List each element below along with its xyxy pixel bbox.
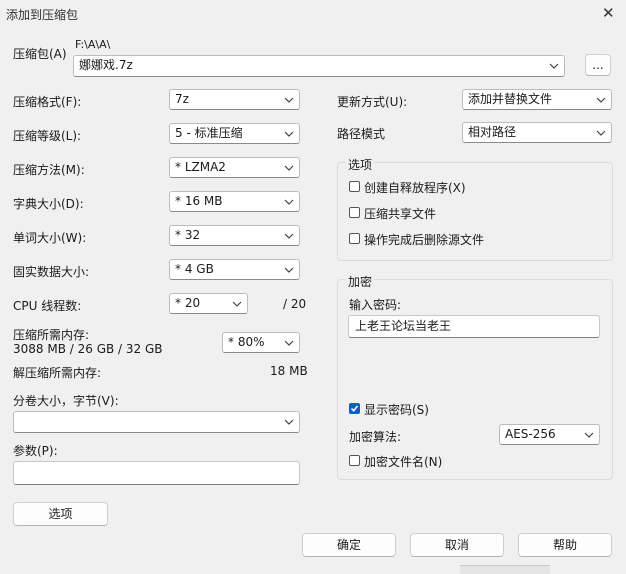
sfx-label: 创建自释放程序(X) <box>364 181 466 195</box>
mem-compress-value: * 80% <box>228 335 265 349</box>
mem-compress-select[interactable]: * 80% <box>222 332 300 353</box>
solid-label: 固实数据大小: <box>13 265 90 279</box>
update-select[interactable]: 添加并替换文件 <box>462 89 612 110</box>
mem-compress-label: 压缩所需内存: <box>13 328 90 342</box>
options-button[interactable]: 选项 <box>13 502 108 526</box>
archive-label: 压缩包(A) <box>13 47 67 61</box>
chevron-down-icon <box>283 413 295 430</box>
mem-decompress-value: 18 MB <box>270 364 308 378</box>
level-select[interactable]: 5 - 标准压缩 <box>169 123 300 144</box>
format-value: 7z <box>175 92 189 106</box>
chevron-down-icon <box>548 57 560 74</box>
solid-value: * 4 GB <box>175 262 214 276</box>
options-group-title: 选项 <box>346 156 375 173</box>
chevron-down-icon <box>283 91 295 108</box>
sfx-checkbox[interactable] <box>349 181 360 192</box>
word-select[interactable]: * 32 <box>169 225 300 246</box>
shared-files-checkbox[interactable] <box>349 207 360 218</box>
chevron-down-icon <box>595 124 607 141</box>
cancel-button[interactable]: 取消 <box>410 533 504 557</box>
params-label: 参数(P): <box>13 444 58 458</box>
archive-path: F:\A\A\ <box>75 38 111 51</box>
params-input[interactable] <box>13 461 300 485</box>
path-mode-select[interactable]: 相对路径 <box>462 122 612 143</box>
close-icon[interactable]: ✕ <box>602 4 615 22</box>
format-label: 压缩格式(F): <box>13 95 82 109</box>
word-value: * 32 <box>175 228 201 242</box>
split-label: 分卷大小，字节(V): <box>13 394 119 408</box>
method-select[interactable]: * LZMA2 <box>169 157 300 178</box>
check-icon <box>350 405 359 412</box>
method-value: * LZMA2 <box>175 160 226 174</box>
mem-compress-detail: 3088 MB / 26 GB / 32 GB <box>13 342 163 356</box>
delete-after-checkbox[interactable] <box>349 233 360 244</box>
show-password-checkbox[interactable] <box>349 403 360 414</box>
chevron-down-icon <box>595 91 607 108</box>
update-label: 更新方式(U): <box>337 95 408 109</box>
threads-label: CPU 线程数: <box>13 299 82 313</box>
chevron-down-icon <box>283 193 295 210</box>
level-label: 压缩等级(L): <box>13 129 82 143</box>
dict-value: * 16 MB <box>175 194 223 208</box>
encryption-method-value: AES-256 <box>505 427 556 441</box>
path-mode-label: 路径模式 <box>337 127 386 141</box>
level-value: 5 - 标准压缩 <box>175 126 243 140</box>
mem-decompress-label: 解压缩所需内存: <box>13 366 102 380</box>
browse-button[interactable]: ... <box>585 54 611 76</box>
encryption-method-select[interactable]: AES-256 <box>499 424 600 445</box>
show-password-label: 显示密码(S) <box>364 403 429 417</box>
update-value: 添加并替换文件 <box>468 92 553 106</box>
shared-files-label: 压缩共享文件 <box>364 207 437 221</box>
path-mode-value: 相对路径 <box>468 125 517 139</box>
encryption-group-title: 加密 <box>346 273 375 290</box>
encryption-method-label: 加密算法: <box>349 430 402 444</box>
chevron-down-icon <box>283 227 295 244</box>
encrypt-names-checkbox[interactable] <box>349 455 360 466</box>
chevron-down-icon <box>231 295 243 312</box>
archive-filename-combo[interactable]: 娜娜戏.7z <box>73 55 565 77</box>
dict-select[interactable]: * 16 MB <box>169 191 300 212</box>
split-select[interactable] <box>13 411 300 433</box>
threads-max: / 20 <box>283 297 307 311</box>
chevron-down-icon <box>283 125 295 142</box>
window-title: 添加到压缩包 <box>6 8 79 22</box>
chevron-down-icon <box>283 334 295 351</box>
chevron-down-icon <box>583 426 595 443</box>
archive-filename-value: 娜娜戏.7z <box>79 58 133 72</box>
word-label: 单词大小(W): <box>13 231 87 245</box>
solid-select[interactable]: * 4 GB <box>169 259 300 280</box>
help-button[interactable]: 帮助 <box>518 533 612 557</box>
ok-button[interactable]: 确定 <box>302 533 396 557</box>
chevron-down-icon <box>283 261 295 278</box>
threads-value: * 20 <box>175 296 201 310</box>
password-input[interactable]: 上老王论坛当老王 <box>348 315 600 338</box>
encrypt-names-label: 加密文件名(N) <box>364 455 443 469</box>
dict-label: 字典大小(D): <box>13 197 84 211</box>
password-label: 输入密码: <box>349 298 402 312</box>
format-select[interactable]: 7z <box>169 89 300 110</box>
delete-after-label: 操作完成后删除源文件 <box>364 233 485 247</box>
threads-select[interactable]: * 20 <box>169 293 248 314</box>
method-label: 压缩方法(M): <box>13 163 85 177</box>
chevron-down-icon <box>283 159 295 176</box>
